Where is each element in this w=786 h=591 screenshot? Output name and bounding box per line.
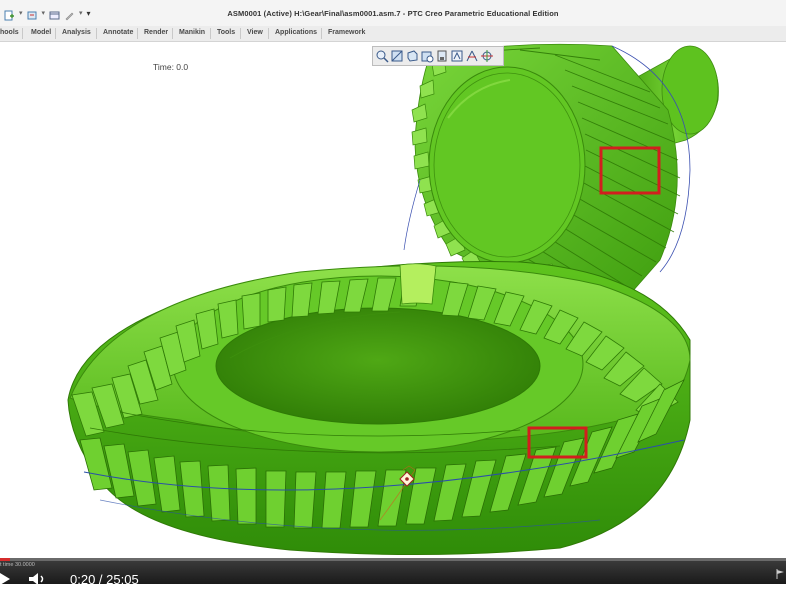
display-style-icon[interactable] — [435, 49, 449, 63]
tab-annotate[interactable]: Annotate — [101, 29, 135, 36]
window-title: ASM0001 (Active) H:\Gear\Final\asm0001.a… — [227, 9, 559, 18]
tab-manikin[interactable]: Manikin — [177, 29, 207, 36]
tab-divider — [172, 28, 173, 39]
tab-analysis[interactable]: Analysis — [60, 29, 93, 36]
tab-render[interactable]: Render — [142, 29, 170, 36]
tab-divider — [137, 28, 138, 39]
tab-divider — [22, 28, 23, 39]
saved-views-icon[interactable] — [450, 49, 464, 63]
progress-fill — [0, 558, 11, 561]
tab-divider — [321, 28, 322, 39]
progress-track[interactable] — [0, 558, 786, 561]
tab-divider — [96, 28, 97, 39]
title-bar: ▾ ▾ ▾ ▾ ASM0001 (Active) H:\Gear\Final\a… — [0, 0, 786, 27]
tab-divider — [268, 28, 269, 39]
refit-icon[interactable] — [405, 49, 419, 63]
tab-tools[interactable]: Tools — [215, 29, 237, 36]
analysis-time-label: Time: 0.0 — [153, 62, 189, 72]
ring-gear[interactable] — [67, 261, 691, 556]
tab-framework[interactable]: Framework — [326, 29, 367, 36]
tab-applications[interactable]: Applications — [273, 29, 319, 36]
pinion-gear[interactable] — [403, 43, 719, 301]
status-text: t time 30.0000 — [0, 562, 35, 568]
zoom-in-icon[interactable] — [375, 49, 389, 63]
graphics-toolbar — [372, 46, 504, 66]
ribbon-tab-bar: hools Model Analysis Annotate Render Man… — [0, 26, 786, 42]
video-time-display: 0:20 / 25:05 — [70, 572, 139, 587]
tab-schools[interactable]: hools — [0, 29, 21, 36]
volume-icon[interactable] — [28, 572, 48, 591]
play-icon[interactable] — [0, 572, 14, 591]
tab-divider — [240, 28, 241, 39]
gear-assembly-model[interactable] — [0, 42, 786, 558]
zoom-out-icon[interactable] — [390, 49, 404, 63]
tab-view[interactable]: View — [245, 29, 265, 36]
datum-display-icon[interactable] — [465, 49, 479, 63]
flag-icon[interactable] — [776, 566, 785, 584]
tab-divider — [55, 28, 56, 39]
tab-model[interactable]: Model — [29, 29, 53, 36]
repaint-icon[interactable] — [420, 49, 434, 63]
spin-center-icon[interactable] — [480, 49, 494, 63]
tab-divider — [210, 28, 211, 39]
